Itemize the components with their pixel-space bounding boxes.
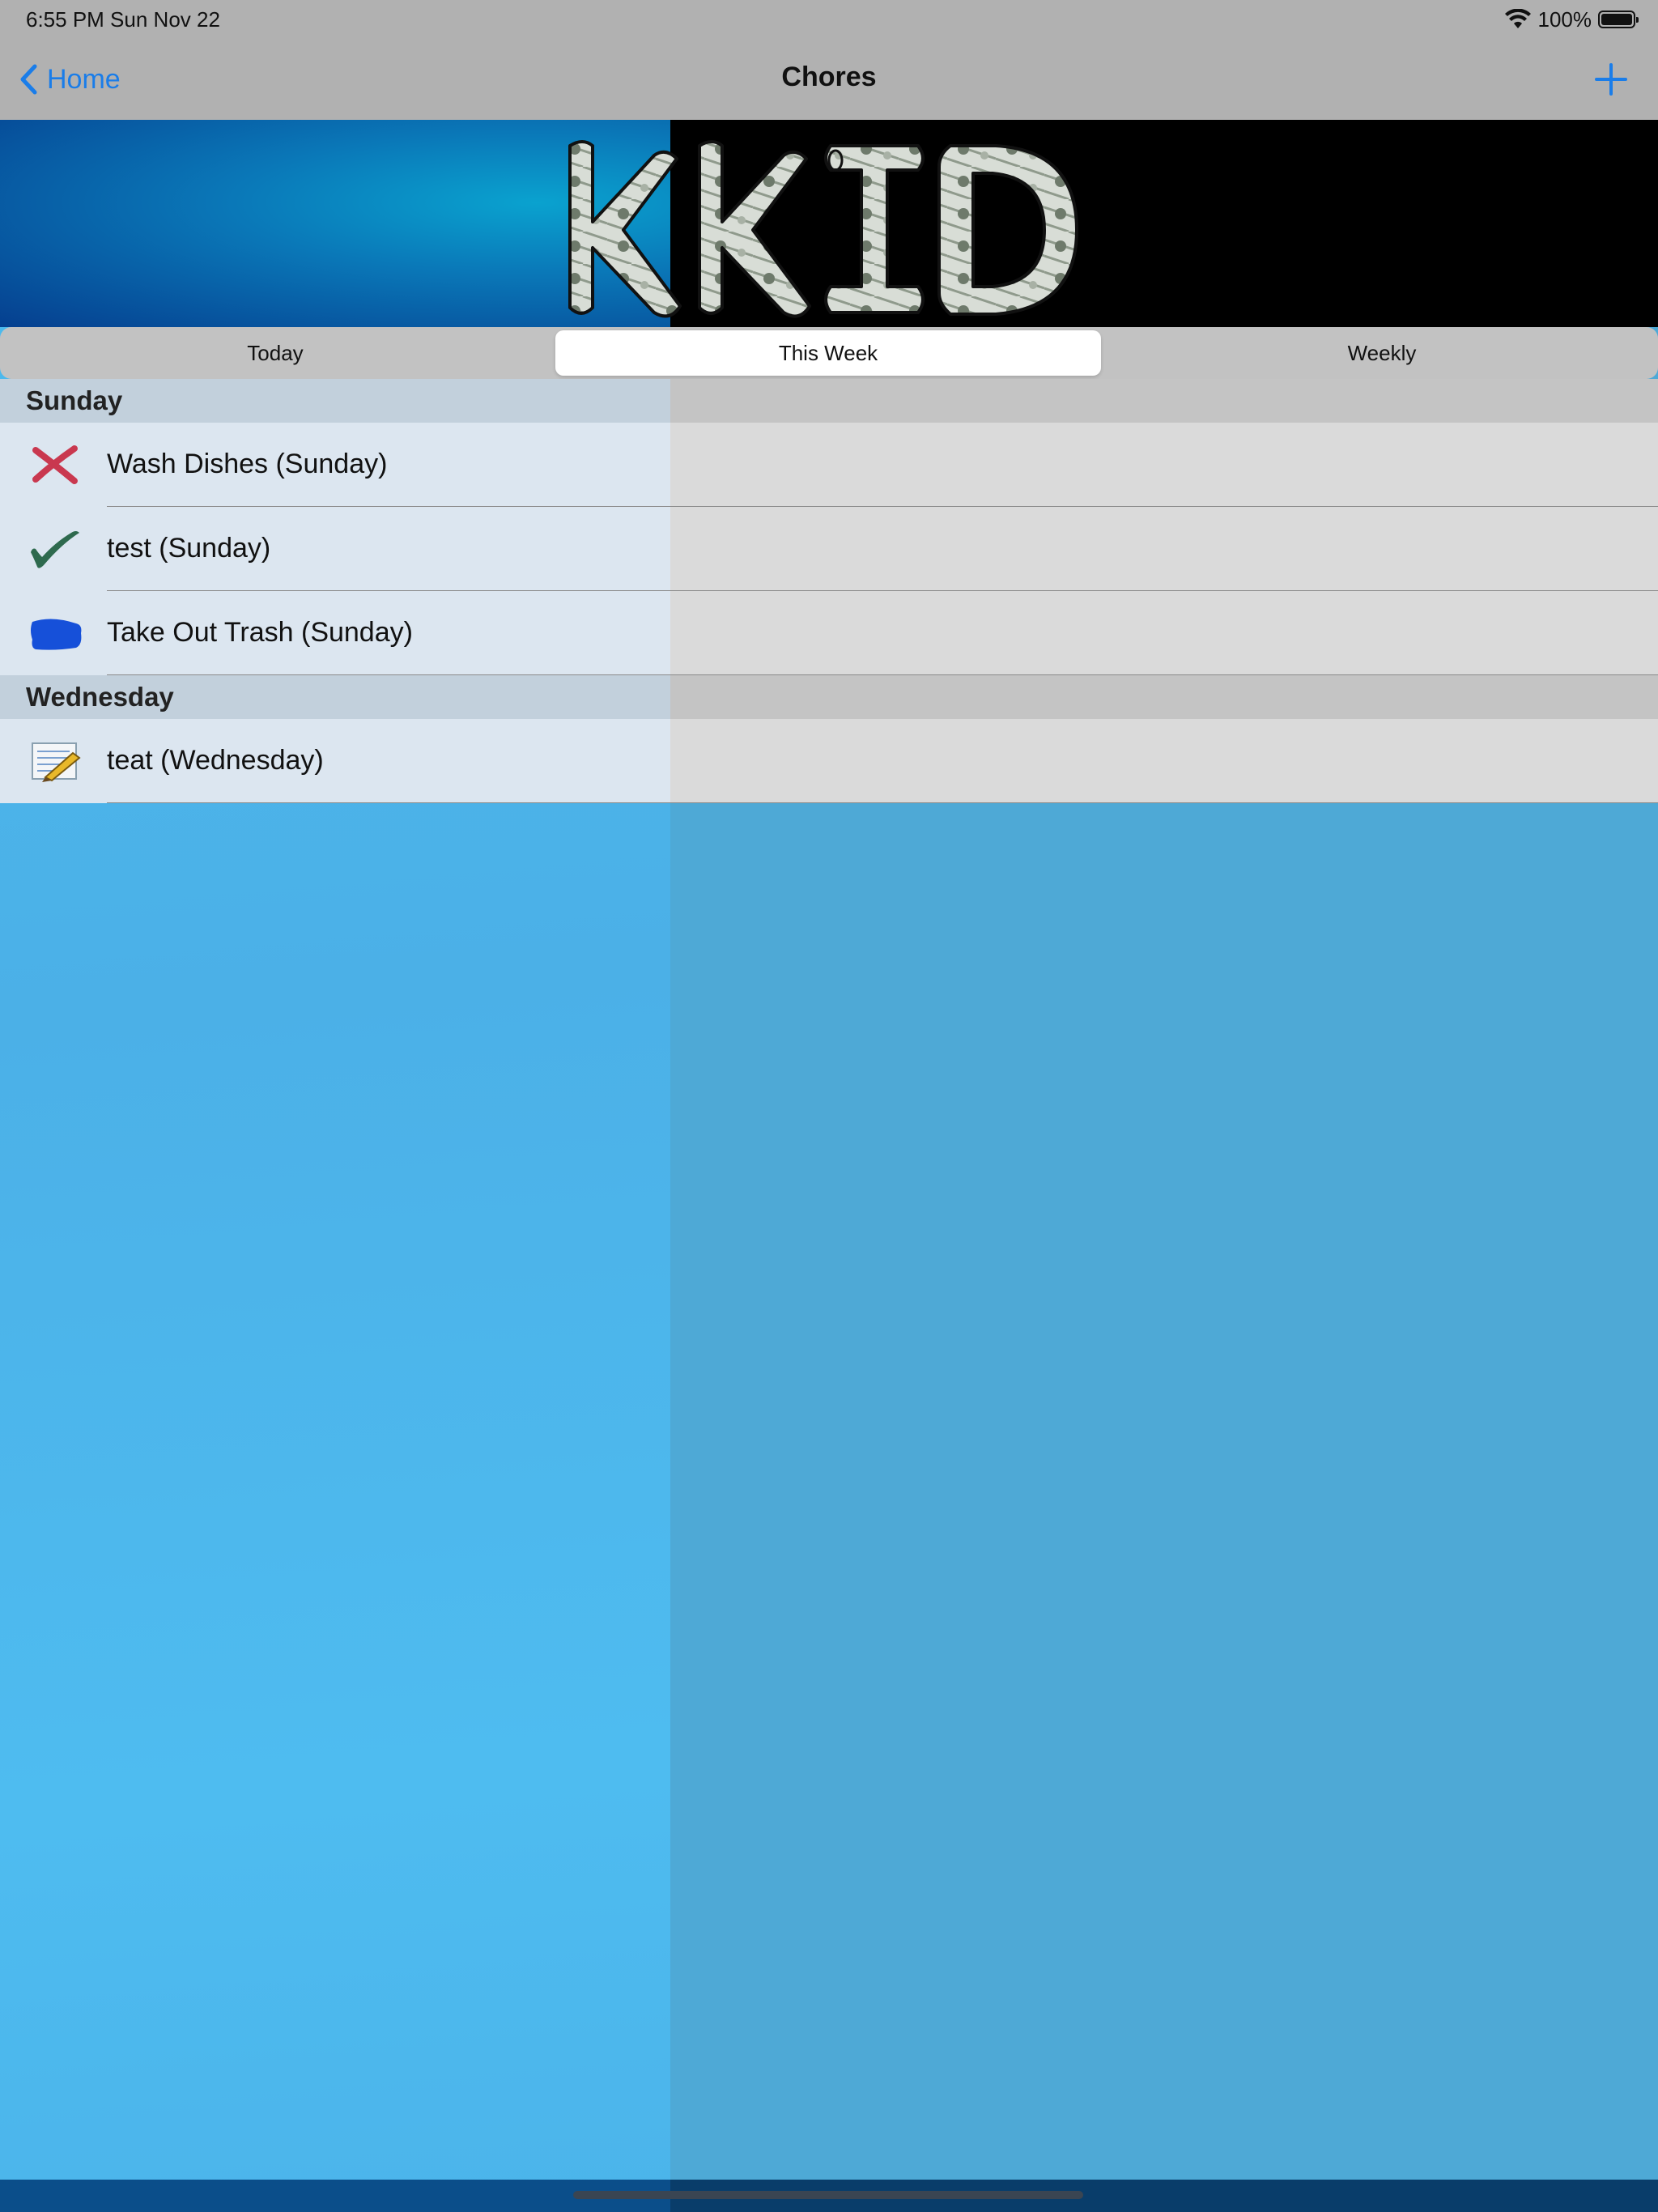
wifi-icon — [1504, 9, 1531, 28]
list-item[interactable]: teat (Wednesday) — [0, 719, 1658, 803]
battery-icon — [1598, 11, 1639, 28]
list-item[interactable]: Wash Dishes (Sunday) — [0, 423, 1658, 507]
kkid-logo — [568, 140, 1078, 318]
bottom-strip — [0, 2180, 670, 2212]
status-indicators: 100% — [1504, 5, 1639, 34]
section-title: Sunday — [26, 385, 123, 415]
status-bar: 6:55 PM Sun Nov 22 100% — [0, 0, 1658, 39]
tab-today[interactable]: Today — [0, 330, 551, 376]
add-icon[interactable] — [1592, 60, 1630, 99]
list-item-label: Wash Dishes (Sunday) — [107, 449, 388, 479]
red-x-icon — [32, 445, 78, 484]
tab-this-week[interactable]: This Week — [555, 330, 1101, 376]
list-item[interactable]: test (Sunday) — [0, 507, 1658, 591]
section-header-sunday: Sunday — [0, 379, 1658, 423]
home-indicator[interactable] — [573, 2191, 1083, 2199]
battery-percentage: 100% — [1537, 6, 1592, 32]
chore-list: Sunday Wash Dishes (Sunday) test (Sunday… — [0, 379, 1658, 803]
banner — [0, 120, 1658, 327]
blue-blob-icon — [31, 619, 82, 650]
list-item-label: teat (Wednesday) — [107, 745, 324, 776]
navigation-bar: Home Chores — [0, 39, 1658, 121]
list-item[interactable]: Take Out Trash (Sunday) — [0, 591, 1658, 675]
page-title: Chores — [781, 62, 877, 92]
tab-weekly[interactable]: Weekly — [1106, 330, 1658, 376]
list-item-label: Take Out Trash (Sunday) — [107, 617, 413, 648]
status-time: 6:55 PM Sun Nov 22 — [26, 7, 220, 32]
green-check-icon — [31, 531, 79, 568]
section-title: Wednesday — [26, 682, 174, 712]
notepad-pencil-icon — [32, 742, 81, 782]
segmented-control: Today This Week Weekly — [0, 327, 1658, 379]
list-item-label: test (Sunday) — [107, 533, 271, 564]
section-header-wednesday: Wednesday — [0, 675, 1658, 719]
